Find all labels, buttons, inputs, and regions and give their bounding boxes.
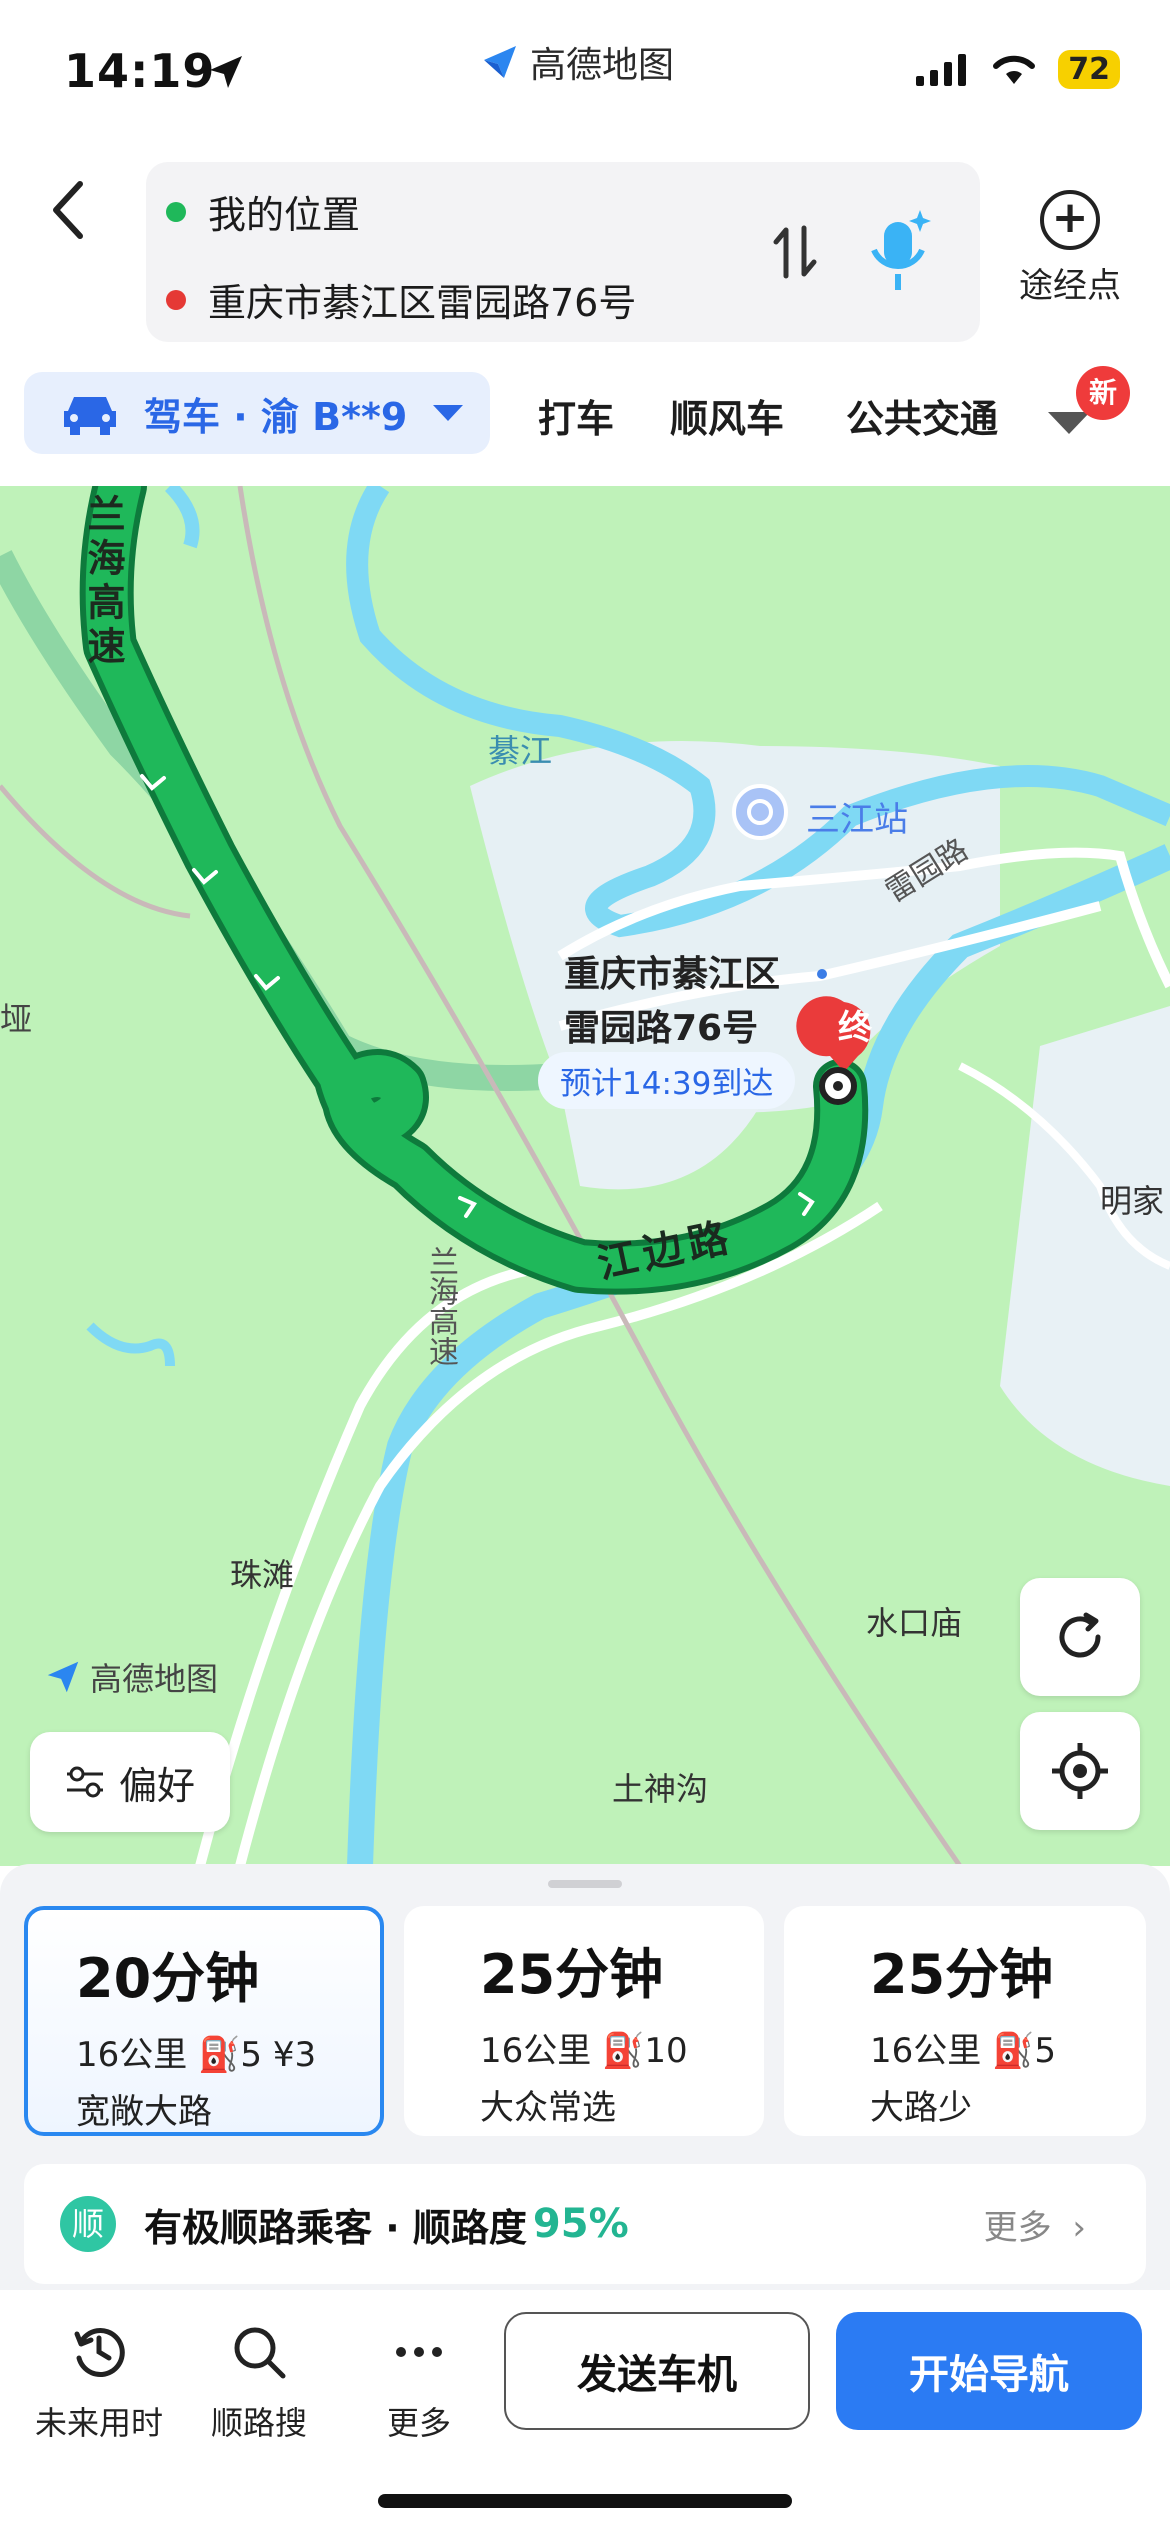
status-icons: 72 (916, 50, 1120, 89)
more-button[interactable]: 更多 (344, 2320, 494, 2444)
start-navigation-button[interactable]: 开始导航 (836, 2312, 1142, 2430)
route-tag: 宽敞大路 (76, 2092, 212, 2132)
route-time: 20分钟 (76, 1947, 260, 2010)
amap-logo-icon (484, 46, 516, 78)
route-option-3[interactable]: 25分钟 16公里 ⛽5 大路少 (784, 1906, 1146, 2136)
map-label-river: 綦江 (488, 732, 553, 770)
cellular-signal-icon (916, 53, 967, 86)
origin-text: 我的位置 (208, 193, 361, 237)
origin-field[interactable]: 我的位置 (166, 184, 360, 239)
map-label-highway-bottom: 兰海高速 (423, 1246, 458, 1366)
locate-me-button[interactable] (1020, 1712, 1140, 1830)
more-dots-icon (396, 2347, 442, 2357)
search-icon (234, 2327, 286, 2379)
tab-taxi[interactable]: 打车 (538, 388, 614, 443)
more-modes-button[interactable]: 新 (1040, 366, 1130, 450)
route-option-1[interactable]: 20分钟 16公里 ⛽5 ¥3 宽敞大路 (24, 1906, 384, 2136)
app-logo: 高德地图 (480, 36, 674, 88)
app-name: 高德地图 (530, 45, 675, 86)
future-time-button[interactable]: 未来用时 (24, 2320, 174, 2444)
map-label-shuikou: 水口庙 (866, 1604, 963, 1642)
along-route-search-label: 顺路搜 (210, 2404, 307, 2442)
destination-label-line1: 重庆市綦江区 (564, 954, 781, 995)
chevron-down-icon (433, 405, 464, 421)
along-route-search-button[interactable]: 顺路搜 (184, 2320, 334, 2444)
waypoint-label: 途经点 (1019, 266, 1121, 306)
status-time: 14:19 (64, 44, 216, 98)
plus-circle-icon: + (1040, 190, 1100, 250)
destination-text: 重庆市綦江区雷园路76号 (208, 281, 637, 325)
add-waypoint-button[interactable]: + 途经点 (1010, 190, 1130, 307)
crosshair-icon (1052, 1743, 1108, 1799)
map-label-station: 三江站 (806, 800, 908, 840)
carpool-text: 有极顺路乘客 · 顺路度 (144, 2205, 527, 2250)
destination-label-line2: 雷园路76号 (564, 1008, 759, 1049)
amap-watermark-icon (47, 1661, 79, 1693)
wifi-icon (993, 55, 1036, 84)
sheet-handle[interactable] (548, 1880, 622, 1888)
map-label-highway-top: 兰海高速 (81, 494, 125, 670)
route-option-2[interactable]: 25分钟 16公里 ⛽10 大众常选 (404, 1906, 764, 2136)
send-to-car-button[interactable]: 发送车机 (504, 2312, 810, 2430)
carpool-banner[interactable]: 顺 有极顺路乘客 · 顺路度 95% 更多 › (24, 2164, 1146, 2284)
tab-carpool[interactable]: 顺风车 (670, 388, 784, 443)
origin-dot-icon (166, 201, 186, 222)
destination-field[interactable]: 重庆市綦江区雷园路76号 (166, 272, 636, 327)
end-marker-text: 终 (838, 1008, 872, 1048)
future-time-label: 未来用时 (34, 2404, 163, 2442)
chevron-right-icon: › (1072, 2207, 1086, 2248)
route-tag: 大众常选 (480, 2088, 616, 2128)
clock-history-icon (74, 2328, 125, 2377)
route-details: 16公里 ⛽10 (480, 2031, 688, 2071)
back-button[interactable] (40, 170, 100, 250)
carpool-percent: 95% (532, 2201, 629, 2247)
map-label-yazi: 垭 (0, 1000, 33, 1038)
map-view[interactable]: 兰海高速 綦江 三江站 雷园路 垭 重庆市綦江区 雷园路76号 终 预计14:3… (0, 486, 1170, 1866)
refresh-icon (1059, 1612, 1101, 1658)
bottom-action-bar: 未来用时 顺路搜 更多 发送车机 开始导航 (0, 2290, 1170, 2532)
tab-drive-label: 驾车 · 渝 B**9 (144, 394, 408, 439)
route-time: 25分钟 (480, 1943, 664, 2006)
refresh-route-button[interactable] (1020, 1578, 1140, 1696)
tab-drive[interactable]: 驾车 · 渝 B**9 (24, 372, 490, 454)
route-details: 16公里 ⛽5 (870, 2031, 1057, 2071)
eta-label: 预计14:39到达 (538, 1052, 796, 1109)
preference-label: 偏好 (118, 1763, 195, 1808)
route-time: 25分钟 (870, 1943, 1054, 2006)
home-indicator (378, 2494, 792, 2508)
car-icon (64, 397, 116, 435)
carpool-more-label: 更多 (983, 2207, 1052, 2248)
preference-button[interactable]: 偏好 (30, 1732, 230, 1832)
voice-assistant-icon[interactable] (860, 202, 940, 302)
map-label-zhutan: 珠滩 (230, 1556, 295, 1594)
location-arrow-icon (210, 56, 242, 88)
route-tag: 大路少 (870, 2088, 972, 2128)
route-input-box: 我的位置 重庆市綦江区雷园路76号 (146, 162, 980, 342)
map-label-mingjia: 明家 (1100, 1182, 1165, 1220)
route-details: 16公里 ⛽5 ¥3 (76, 2035, 317, 2075)
destination-label: 重庆市綦江区 雷园路76号 (564, 948, 780, 1056)
swap-icon[interactable] (770, 222, 820, 282)
map-watermark: 高德地图 (44, 1654, 218, 1700)
tab-transit[interactable]: 公共交通 (846, 388, 1006, 443)
map-label-tushengou: 土神沟 (612, 1770, 709, 1808)
watermark-text: 高德地图 (90, 1660, 219, 1698)
new-badge: 新 (1076, 366, 1130, 420)
carpool-icon: 顺 (60, 2196, 116, 2252)
sliders-icon (66, 1766, 103, 1798)
carpool-more-link[interactable]: 更多 › (984, 2200, 1086, 2249)
more-label: 更多 (386, 2404, 451, 2442)
destination-dot-icon (166, 289, 186, 310)
battery-indicator: 72 (1058, 50, 1120, 89)
